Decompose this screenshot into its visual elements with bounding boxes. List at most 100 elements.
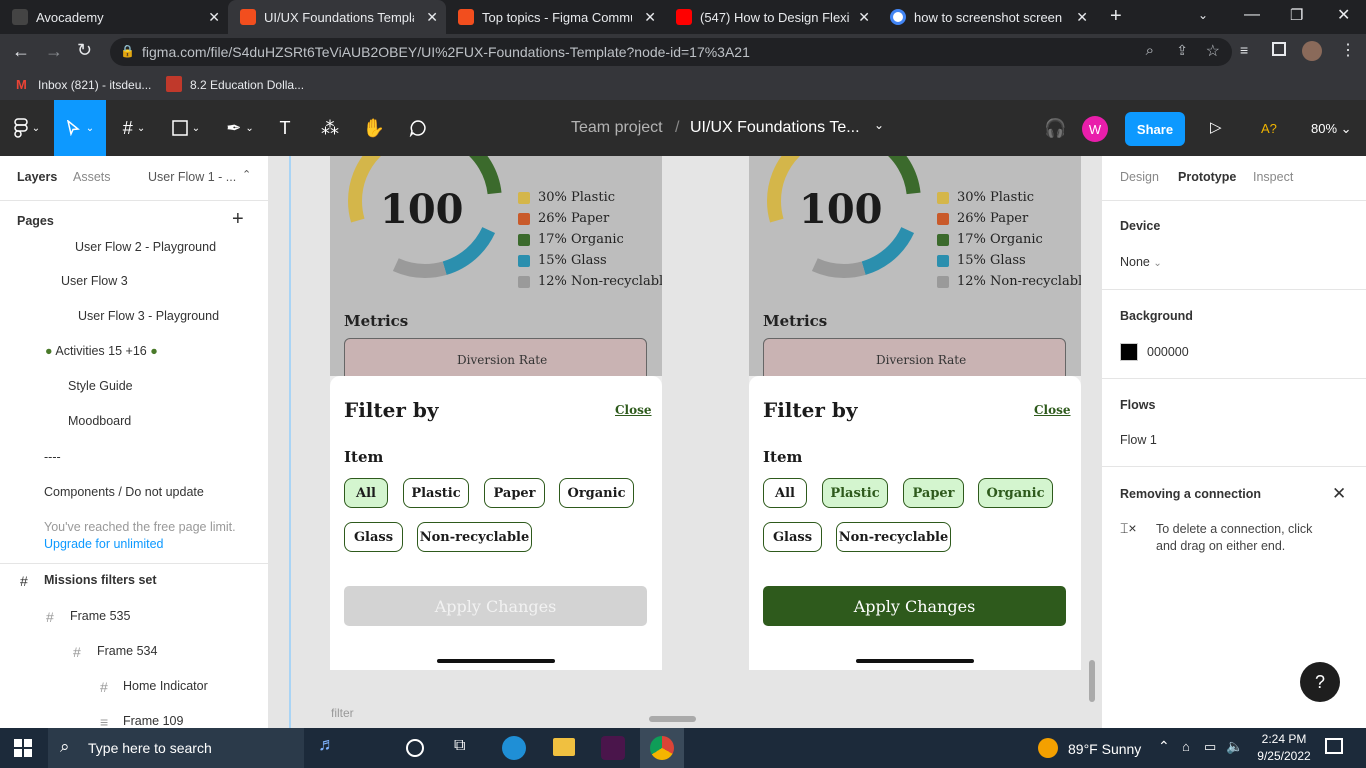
prototype-connector[interactable] [289, 156, 291, 728]
close-tab-icon[interactable]: ✕ [1076, 9, 1088, 26]
menu-kebab-icon[interactable]: ⋮ [1340, 40, 1356, 60]
pen-tool-icon[interactable]: ✒ ⌄ [220, 100, 260, 156]
close-link[interactable]: Close [615, 403, 652, 417]
apply-changes-button-disabled[interactable]: Apply Changes [344, 586, 647, 626]
edge-icon[interactable] [502, 736, 526, 760]
background-color-swatch[interactable] [1120, 343, 1138, 361]
page-item[interactable]: Components / Do not update [44, 485, 204, 499]
layer-item[interactable]: Frame 109 [123, 714, 183, 728]
close-tab-icon[interactable]: ✕ [644, 9, 656, 26]
window-close-icon[interactable]: ✕ [1337, 5, 1350, 25]
back-icon[interactable]: ← [12, 41, 30, 62]
search-highlight-icon[interactable]: ♬ [318, 734, 336, 755]
move-tool-icon[interactable]: ⌄ [54, 100, 106, 156]
chip-glass[interactable]: Glass [763, 522, 822, 552]
tab-assets[interactable]: Assets [73, 170, 111, 184]
chevron-up-icon[interactable]: ⌃ [242, 168, 251, 181]
clock-time[interactable]: 2:24 PM [1254, 732, 1314, 746]
horizontal-scrollbar[interactable] [649, 716, 696, 722]
tab-prototype[interactable]: Prototype [1178, 170, 1236, 184]
tab-inspect[interactable]: Inspect [1253, 170, 1293, 184]
chip-organic[interactable]: Organic [559, 478, 634, 508]
page-item[interactable]: Moodboard [68, 414, 131, 428]
flow-item[interactable]: Flow 1 [1120, 433, 1157, 447]
volume-icon[interactable]: 🔈 [1226, 738, 1243, 755]
chevron-down-icon[interactable]: ⌄ [874, 118, 884, 132]
zoom-lens-icon[interactable]: ⌕ [1146, 42, 1154, 59]
close-icon[interactable]: ✕ [1332, 484, 1346, 504]
chip-plastic[interactable]: Plastic [403, 478, 469, 508]
tab-design[interactable]: Design [1120, 170, 1159, 184]
chip-non-recyclable[interactable]: Non-recyclable [836, 522, 951, 552]
profile-avatar[interactable] [1302, 41, 1322, 61]
tab-google[interactable]: how to screenshot screen - G ✕ [878, 0, 1096, 34]
tab-figma-active[interactable]: UI/UX Foundations Template ✕ [228, 0, 446, 34]
close-tab-icon[interactable]: ✕ [426, 9, 438, 26]
chip-all[interactable]: All [344, 478, 388, 508]
page-item[interactable]: ● Activities 15 +16 ● [45, 344, 158, 358]
phone-frame-enabled[interactable]: 100 30% Plastic 26% Paper 17% Organic 15… [749, 156, 1081, 670]
chip-organic[interactable]: Organic [978, 478, 1053, 508]
user-avatar[interactable]: W [1082, 116, 1108, 142]
comment-tool-icon[interactable] [404, 100, 432, 156]
frame-tool-icon[interactable]: # ⌄ [114, 100, 154, 156]
page-selector[interactable]: User Flow 1 - ... [148, 170, 236, 184]
media-control-icon[interactable]: ≡ [1240, 42, 1248, 58]
tab-figma-community[interactable]: Top topics - Figma Communi ✕ [446, 0, 664, 34]
upgrade-link[interactable]: Upgrade for unlimited [44, 537, 164, 551]
frame-name-label[interactable]: filter [331, 706, 354, 720]
tray-chevron-icon[interactable]: ⌃ [1158, 738, 1170, 755]
file-explorer-icon[interactable] [553, 738, 575, 756]
hand-tool-icon[interactable]: ✋ [360, 100, 388, 156]
forward-icon[interactable]: → [45, 41, 63, 62]
resources-icon[interactable]: ⁂ [316, 100, 344, 156]
slack-icon[interactable] [601, 736, 625, 760]
tab-youtube[interactable]: (547) How to Design Flexible ✕ [664, 0, 878, 34]
text-tool-icon[interactable]: T [272, 100, 298, 156]
device-select[interactable]: None ⌄ [1120, 255, 1162, 269]
share-page-icon[interactable]: ⇪ [1176, 42, 1188, 59]
side-panel-icon[interactable] [1272, 42, 1286, 56]
zoom-dropdown[interactable]: 80% ⌄ [1311, 121, 1352, 137]
bookmark-education[interactable]: 8.2 Education Dolla... [190, 78, 304, 92]
chrome-taskbar-button[interactable] [640, 728, 684, 768]
chip-non-recyclable[interactable]: Non-recyclable [417, 522, 532, 552]
layer-item[interactable]: Frame 535 [70, 609, 130, 623]
chip-paper[interactable]: Paper [903, 478, 964, 508]
tab-layers[interactable]: Layers [17, 170, 57, 184]
battery-icon[interactable]: ▭ [1204, 739, 1216, 755]
add-page-icon[interactable]: + [232, 208, 244, 231]
layer-item[interactable]: Missions filters set [44, 573, 157, 587]
chip-all[interactable]: All [763, 478, 807, 508]
new-tab-icon[interactable]: + [1110, 5, 1122, 28]
clock-date[interactable]: 9/25/2022 [1254, 749, 1314, 763]
help-button[interactable]: ? [1300, 662, 1340, 702]
close-tab-icon[interactable]: ✕ [858, 9, 870, 26]
reload-icon[interactable]: ↻ [77, 40, 92, 61]
background-hex-input[interactable]: 000000 [1147, 345, 1189, 359]
tab-search-icon[interactable]: ⌄ [1198, 8, 1208, 22]
design-canvas[interactable]: 100 30% Plastic 26% Paper 17% Organic 15… [269, 156, 1101, 728]
layer-item[interactable]: Frame 534 [97, 644, 157, 658]
share-button[interactable]: Share [1125, 112, 1185, 146]
cortana-icon[interactable] [406, 739, 424, 757]
close-link[interactable]: Close [1034, 403, 1071, 417]
restore-icon[interactable]: ❐ [1290, 6, 1303, 24]
apply-changes-button[interactable]: Apply Changes [763, 586, 1066, 626]
bookmark-gmail[interactable]: Inbox (821) - itsdeu... [38, 78, 151, 92]
present-play-icon[interactable]: ▷ [1210, 118, 1222, 136]
close-tab-icon[interactable]: ✕ [208, 9, 220, 26]
page-item[interactable]: Style Guide [68, 379, 133, 393]
chip-paper[interactable]: Paper [484, 478, 545, 508]
url-field[interactable]: 🔒 figma.com/file/S4duHZSRt6TeViAUB2OBEY/… [110, 38, 1232, 66]
chip-glass[interactable]: Glass [344, 522, 403, 552]
file-name[interactable]: UI/UX Foundations Te... [690, 119, 860, 137]
figma-menu-icon[interactable]: ⌄ [8, 100, 46, 156]
taskbar-search-box[interactable]: ⌕ Type here to search [48, 728, 304, 768]
accessibility-label[interactable]: A? [1261, 121, 1277, 136]
phone-frame-disabled[interactable]: 100 30% Plastic 26% Paper 17% Organic 15… [330, 156, 662, 670]
minimize-icon[interactable]: — [1244, 6, 1260, 24]
windows-start-icon[interactable] [14, 739, 32, 757]
shape-tool-icon[interactable]: ⌄ [166, 100, 206, 156]
network-icon[interactable]: ⌂ [1182, 739, 1190, 754]
